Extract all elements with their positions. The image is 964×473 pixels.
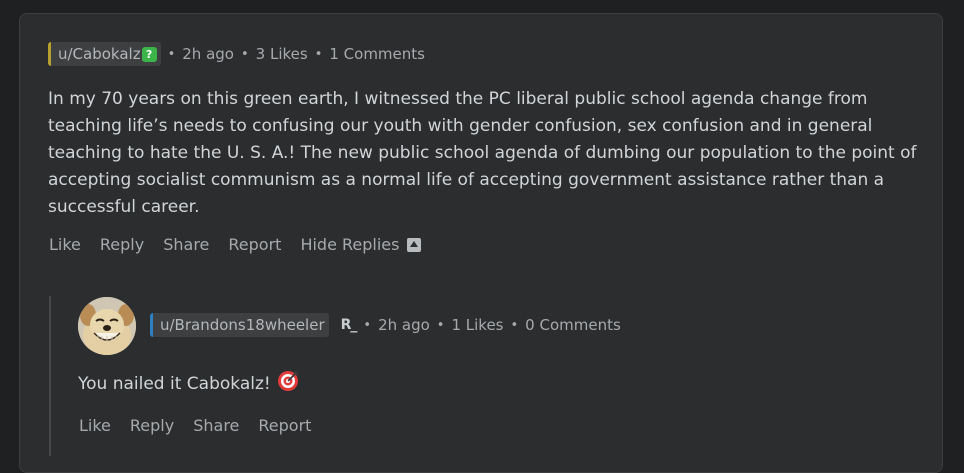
comment-actions: Like Reply Share Report Hide Replies (49, 235, 422, 254)
separator-dot: • (363, 317, 372, 333)
username-chip[interactable]: u/Cabokalz ? (48, 42, 161, 66)
share-button[interactable]: Share (193, 416, 239, 435)
reply-likes-count: 1 Likes (451, 316, 504, 334)
reply-button[interactable]: Reply (100, 235, 144, 254)
separator-dot: • (240, 46, 249, 62)
comment-card: u/Cabokalz ? • 2h ago • 3 Likes • 1 Comm… (19, 13, 943, 473)
comment-time: 2h ago (182, 45, 234, 63)
username-chip[interactable]: u/Brandons18wheeler (150, 313, 329, 337)
rank-icon: R_ (340, 317, 358, 333)
reply-text-row: You nailed it Cabokalz! (78, 370, 299, 397)
share-button[interactable]: Share (163, 235, 209, 254)
reply-thread-line[interactable] (49, 296, 51, 456)
separator-dot: • (436, 317, 445, 333)
separator-dot: • (510, 317, 519, 333)
comment-likes-count: 3 Likes (255, 45, 308, 63)
separator-dot: • (314, 46, 323, 62)
reply-text: You nailed it Cabokalz! (78, 373, 271, 394)
hide-replies-button[interactable]: Hide Replies (300, 235, 422, 254)
reply-actions: Like Reply Share Report (79, 416, 330, 435)
comment-replies-count: 1 Comments (329, 45, 425, 63)
target-icon (277, 370, 299, 397)
username[interactable]: u/Cabokalz (58, 45, 141, 63)
like-button[interactable]: Like (49, 235, 81, 254)
reply-button[interactable]: Reply (130, 416, 174, 435)
separator-dot: • (167, 46, 176, 62)
comment-text: In my 70 years on this green earth, I wi… (48, 89, 917, 217)
reply-username[interactable]: u/Brandons18wheeler (160, 316, 325, 334)
like-button[interactable]: Like (79, 416, 111, 435)
report-button[interactable]: Report (228, 235, 281, 254)
reply-comments-count: 0 Comments (525, 316, 621, 334)
reply-time: 2h ago (378, 316, 430, 334)
hide-replies-label: Hide Replies (300, 235, 400, 254)
avatar[interactable] (78, 297, 136, 355)
verified-icon: ? (141, 46, 157, 62)
report-button[interactable]: Report (258, 416, 311, 435)
reply-meta: u/Brandons18wheeler R_ • 2h ago • 1 Like… (150, 312, 621, 338)
collapse-icon (407, 237, 422, 252)
smiling-dog-avatar (78, 297, 136, 355)
comment-meta: u/Cabokalz ? • 2h ago • 3 Likes • 1 Comm… (48, 41, 425, 67)
